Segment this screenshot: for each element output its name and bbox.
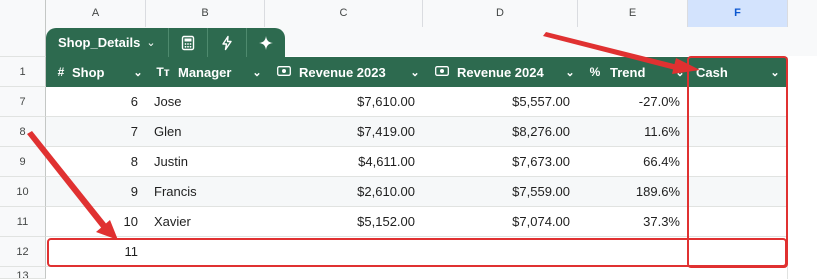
arrow-to-cash-header xyxy=(543,32,700,74)
arrow-to-new-row xyxy=(27,131,118,240)
annotation-arrows xyxy=(27,32,700,240)
